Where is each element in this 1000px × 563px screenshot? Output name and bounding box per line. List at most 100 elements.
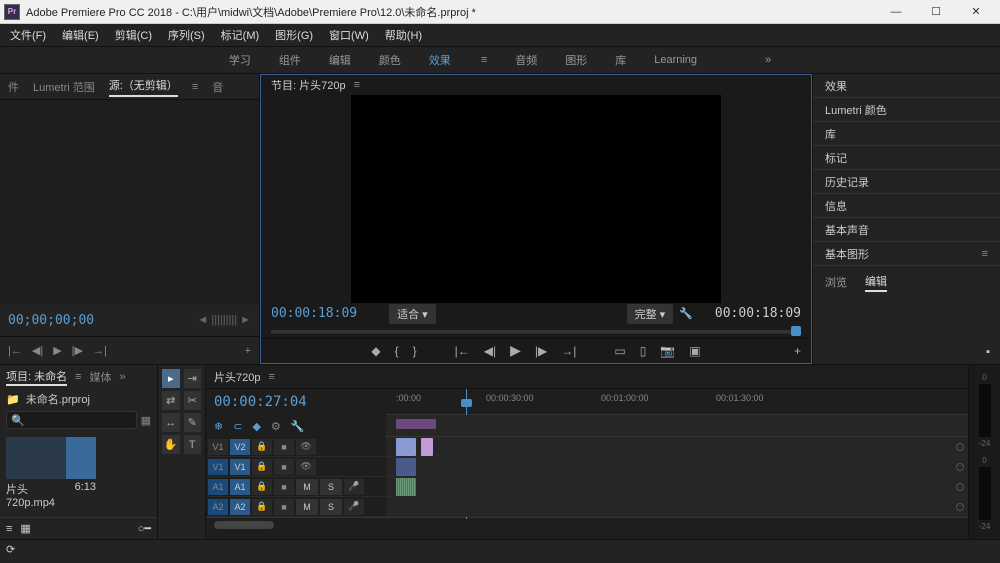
track-sync-icon[interactable]: ■	[274, 459, 294, 475]
track-header-a1[interactable]: A1 A1 🔒 ■ M S 🎤	[206, 477, 386, 497]
right-tab-effects[interactable]: 效果	[813, 74, 1000, 98]
prog-add-button-icon[interactable]: +	[794, 344, 801, 358]
menu-marker[interactable]: 标记(M)	[215, 25, 266, 45]
workspace-learning[interactable]: Learning	[654, 54, 697, 66]
razor-tool-icon[interactable]: ✂	[184, 391, 202, 410]
close-button[interactable]: ✕	[956, 0, 996, 24]
source-viewer[interactable]	[0, 100, 259, 304]
workspace-effects-menu-icon[interactable]: ≡	[481, 54, 487, 66]
project-icon-view-icon[interactable]: ▦	[20, 522, 30, 535]
timeline-timecode[interactable]: 00:00:27:04	[214, 394, 307, 410]
track-output-icon[interactable]	[956, 463, 964, 471]
tl-link-icon[interactable]: ⊂	[233, 420, 242, 433]
project-panel-menu-icon[interactable]: ≡	[75, 371, 81, 383]
program-playhead-icon[interactable]	[791, 326, 801, 336]
video-clip[interactable]	[421, 438, 433, 456]
source-timecode[interactable]: 00;00;00;00	[8, 313, 94, 328]
graphics-browse-tab[interactable]: 浏览	[825, 274, 847, 290]
menu-window[interactable]: 窗口(W)	[323, 25, 375, 45]
src-step-back-icon[interactable]: ◀|	[32, 344, 43, 357]
tl-wrench-icon[interactable]: 🔧	[291, 420, 305, 433]
track-target-v1[interactable]: V1	[230, 459, 250, 475]
program-scrubber[interactable]	[261, 324, 811, 338]
track-header-v1[interactable]: V1 V1 🔒 ■ 👁	[206, 457, 386, 477]
workspace-audio[interactable]: 音频	[515, 52, 537, 68]
track-eye-icon[interactable]: 👁	[296, 459, 316, 475]
track-header-a2[interactable]: A2 A2 🔒 ■ M S 🎤	[206, 497, 386, 517]
workspace-assembly[interactable]: 组件	[279, 52, 301, 68]
workspace-effects[interactable]: 效果	[429, 52, 451, 68]
track-voiceover-icon[interactable]: 🎤	[344, 499, 364, 515]
track-output-icon[interactable]	[956, 503, 964, 511]
program-fit-dropdown[interactable]: 适合 ▾	[389, 304, 436, 324]
project-list-view-icon[interactable]: ≡	[6, 523, 12, 535]
src-step-fwd-icon[interactable]: |▶	[72, 344, 83, 357]
track-sync-icon[interactable]: ■	[274, 499, 294, 515]
slip-tool-icon[interactable]: ↔	[162, 413, 180, 432]
maximize-button[interactable]: ☐	[916, 0, 956, 24]
video-clip[interactable]	[396, 458, 416, 476]
timeline-menu-icon[interactable]: ≡	[268, 371, 274, 383]
src-play-icon[interactable]: ▶	[53, 344, 61, 357]
graphics-edit-tab[interactable]: 编辑	[865, 273, 887, 292]
prog-goto-in-icon[interactable]: |←	[455, 344, 470, 358]
program-viewer[interactable]	[261, 95, 811, 303]
track-eye-icon[interactable]: 👁	[296, 439, 316, 455]
timeline-ruler[interactable]: :00:00 00:00:30:00 00:01:00:00 00:01:30:…	[386, 389, 968, 415]
track-target-a2[interactable]: A2	[230, 499, 250, 515]
prog-step-fwd-icon[interactable]: |▶	[535, 344, 547, 358]
prog-play-icon[interactable]: ▶	[510, 342, 521, 359]
source-panel-menu-icon[interactable]: ≡	[192, 81, 198, 93]
prog-export-icon[interactable]: ▣	[689, 344, 700, 358]
status-sync-icon[interactable]: ⟳	[6, 543, 15, 556]
video-clip[interactable]	[396, 438, 416, 456]
prog-marker-icon[interactable]: ◆	[371, 344, 380, 358]
workspace-libraries[interactable]: 库	[615, 52, 626, 68]
track-mute-button[interactable]: M	[296, 499, 318, 515]
type-tool-icon[interactable]: T	[184, 435, 202, 454]
right-tab-essential-graphics[interactable]: 基本图形≡	[813, 242, 1000, 266]
workspace-color[interactable]: 颜色	[379, 52, 401, 68]
prog-lift-icon[interactable]: ▭	[614, 344, 625, 358]
track-lock-icon[interactable]: 🔒	[252, 459, 272, 475]
right-panel-menu-icon[interactable]: ≡	[982, 248, 988, 260]
track-source-v1[interactable]: V1	[208, 439, 228, 455]
right-tab-info[interactable]: 信息	[813, 194, 1000, 218]
workspace-expand[interactable]: »	[765, 54, 771, 66]
minimize-button[interactable]: —	[876, 0, 916, 24]
track-output-icon[interactable]	[956, 483, 964, 491]
track-lock-icon[interactable]: 🔒	[252, 479, 272, 495]
timeline-zoom-scrollbar[interactable]	[214, 521, 274, 529]
project-clip-item[interactable]: 片头720p.mp4 6:13	[6, 437, 96, 509]
menu-file[interactable]: 文件(F)	[4, 25, 52, 45]
prog-in-icon[interactable]: {	[395, 344, 399, 358]
tl-work-area[interactable]	[396, 419, 436, 429]
track-solo-button[interactable]: S	[320, 499, 342, 515]
workspace-graphics[interactable]: 图形	[565, 52, 587, 68]
project-tab[interactable]: 项目: 未命名	[6, 368, 67, 386]
timeline-clips[interactable]	[386, 437, 968, 517]
right-tab-essential-sound[interactable]: 基本声音	[813, 218, 1000, 242]
source-zoom[interactable]: ◄ ||||||||| ►	[197, 314, 251, 326]
right-panel-new-icon[interactable]: ▪	[986, 346, 990, 358]
prog-out-icon[interactable]: }	[413, 344, 417, 358]
right-tab-libraries[interactable]: 库	[813, 122, 1000, 146]
track-sync-icon[interactable]: ■	[274, 439, 294, 455]
program-resolution-dropdown[interactable]: 完整 ▾	[627, 304, 674, 324]
tl-snap-icon[interactable]: ❄	[214, 420, 223, 433]
hand-tool-icon[interactable]: ✋	[162, 435, 180, 454]
track-target-v2[interactable]: V2	[230, 439, 250, 455]
track-sync-icon[interactable]: ■	[274, 479, 294, 495]
track-target-a1[interactable]: A1	[230, 479, 250, 495]
selection-tool-icon[interactable]: ▸	[162, 369, 180, 388]
audio-clip[interactable]	[396, 478, 416, 496]
src-goto-in-icon[interactable]: |←	[8, 345, 22, 357]
project-search-input[interactable]: 🔍	[6, 411, 137, 429]
program-timecode-left[interactable]: 00:00:18:09	[271, 306, 357, 321]
media-browser-tab[interactable]: 媒体	[90, 369, 112, 385]
menu-clip[interactable]: 剪辑(C)	[109, 25, 158, 45]
project-panel-expand[interactable]: »	[120, 371, 126, 383]
track-voiceover-icon[interactable]: 🎤	[344, 479, 364, 495]
track-header-v2[interactable]: V1 V2 🔒 ■ 👁	[206, 437, 386, 457]
project-zoom-slider[interactable]: ○━	[138, 522, 151, 535]
